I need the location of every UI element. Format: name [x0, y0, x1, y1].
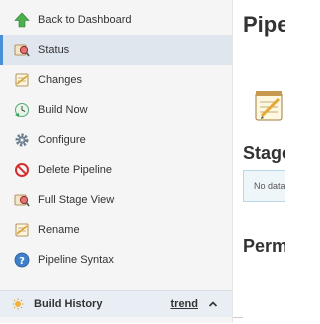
page-title: Pipe — [243, 12, 285, 37]
help-icon: ? — [14, 252, 30, 268]
notepad-icon — [253, 88, 285, 122]
search-status-icon — [14, 42, 30, 58]
build-history-title: Build History — [34, 298, 103, 310]
sidebar-item-pipeline-syntax[interactable]: ? Pipeline Syntax — [0, 245, 232, 275]
notepad-pencil-icon — [14, 222, 30, 238]
sidebar-item-label: Status — [38, 44, 70, 56]
gear-icon — [14, 132, 30, 148]
stage-view-heading: Stage — [243, 143, 285, 163]
chevron-up-icon[interactable] — [208, 299, 218, 309]
sidebar-nav: Back to Dashboard Status Changes Build N… — [0, 0, 232, 275]
sidebar-item-label: Rename — [38, 224, 80, 236]
sidebar-item-delete-pipeline[interactable]: Delete Pipeline — [0, 155, 232, 185]
sidebar: Back to Dashboard Status Changes Build N… — [0, 0, 232, 323]
sun-icon — [12, 298, 24, 310]
sidebar-item-label: Back to Dashboard — [38, 14, 132, 26]
sidebar-item-changes[interactable]: Changes — [0, 65, 232, 95]
no-entry-icon — [14, 162, 30, 178]
sidebar-item-label: Full Stage View — [38, 194, 115, 206]
sidebar-item-rename[interactable]: Rename — [0, 215, 232, 245]
sidebar-item-status[interactable]: Status — [0, 35, 232, 65]
notepad-icon — [14, 72, 30, 88]
no-data-box: No data — [243, 170, 285, 202]
clock-play-icon — [14, 102, 30, 118]
search-status-icon — [14, 192, 30, 208]
trend-link[interactable]: trend — [171, 298, 199, 310]
sidebar-item-label: Delete Pipeline — [38, 164, 112, 176]
sidebar-item-label: Changes — [38, 74, 83, 86]
permalinks-heading: Perm — [243, 236, 285, 256]
sidebar-item-build-now[interactable]: Build Now — [0, 95, 232, 125]
sidebar-item-label: Configure — [38, 134, 86, 146]
sidebar-item-label: Pipeline Syntax — [38, 254, 114, 266]
svg-text:?: ? — [19, 256, 25, 267]
up-arrow-icon — [14, 12, 30, 28]
sidebar-item-configure[interactable]: Configure — [0, 125, 232, 155]
sidebar-item-back-to-dashboard[interactable]: Back to Dashboard — [0, 5, 232, 35]
main-content: Pipe Stage No data Perm — [233, 0, 285, 323]
sidebar-item-label: Build Now — [38, 104, 88, 116]
build-history-header: Build History trend — [0, 290, 232, 317]
sidebar-item-full-stage-view[interactable]: Full Stage View — [0, 185, 232, 215]
